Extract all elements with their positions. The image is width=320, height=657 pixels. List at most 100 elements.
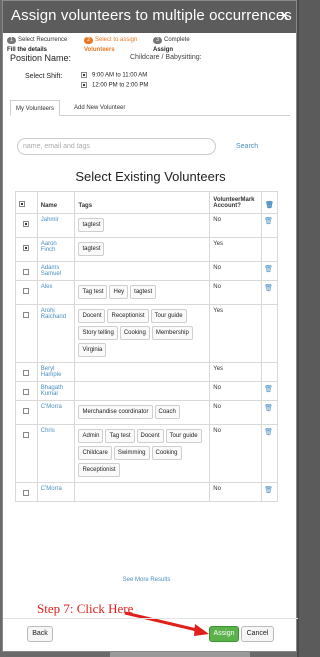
tag-chip: Virginia	[78, 343, 107, 357]
annotation-arrow-icon	[124, 611, 209, 636]
close-icon[interactable]: x	[281, 7, 288, 22]
volunteer-name[interactable]: Bhagath Kumar	[36, 381, 76, 401]
table-row: Bhagath Kumar No 🗑	[15, 381, 278, 401]
see-more-link[interactable]: See More Results	[15, 577, 278, 583]
volunteer-name[interactable]: Jahmir	[36, 213, 76, 238]
search-button[interactable]: Search	[236, 143, 258, 150]
volunteer-tabs: My Volunteers Add New Volunteer	[10, 100, 290, 116]
tab-my-volunteers[interactable]: My Volunteers	[10, 100, 61, 116]
header-trash: 🗑	[261, 191, 278, 214]
section-title: Select Existing Volunteers	[75, 169, 226, 184]
row-delete-cell: 🗑	[261, 381, 278, 401]
account-status: No	[209, 280, 263, 305]
account-status: No	[209, 424, 263, 483]
account-status: Yes	[209, 304, 263, 363]
trash-icon[interactable]: 🗑	[264, 487, 273, 494]
step-number: 2	[84, 36, 93, 44]
header-account: VolunteerMark Account?	[209, 191, 263, 214]
tag-chip: Receptionist	[107, 309, 149, 323]
tag-chip: Tour guide	[165, 429, 202, 443]
trash-icon: 🗑	[265, 202, 274, 209]
tab-add-new-volunteer[interactable]: Add New Volunteer	[69, 100, 130, 116]
volunteer-name[interactable]: Alex	[36, 280, 76, 305]
volunteer-name[interactable]: Beryl Hample	[36, 362, 76, 382]
table-row: Jahmir tagtest No 🗑	[15, 213, 278, 238]
row-delete-cell: 🗑	[261, 213, 278, 238]
tag-chip: Cooking	[119, 326, 150, 340]
table-body: Jahmir tagtest No 🗑 Aaron Finch tagtest Yes Ada…	[15, 213, 278, 502]
position-value: Childcare / Babysitting:	[130, 54, 202, 61]
volunteer-tags: Tag test Hey tagtest	[74, 280, 211, 305]
row-select-cell	[15, 213, 38, 238]
trash-icon[interactable]: 🗑	[264, 386, 273, 393]
row-checkbox[interactable]	[23, 408, 29, 414]
footer-divider	[3, 618, 298, 619]
shift-option-label: 12:00 PM to 2:00 PM	[92, 82, 149, 89]
step-number: 1	[7, 36, 16, 44]
row-delete-cell	[261, 362, 278, 382]
step-2: 2 Select to assign Volunteers	[84, 36, 137, 54]
row-checkbox[interactable]	[23, 389, 29, 395]
row-select-cell	[15, 362, 38, 382]
assign-button[interactable]: Assign	[209, 626, 239, 642]
header-select-all[interactable]	[15, 191, 38, 214]
shift-option-1[interactable]: 9:00 AM to 11:00 AM	[81, 72, 147, 79]
tag-chip: Admin	[78, 429, 104, 443]
tag-chip: tagtest	[78, 242, 105, 256]
trash-icon[interactable]: 🗑	[264, 429, 273, 436]
modal-header: Assign volunteers to multiple occurrence…	[3, 1, 296, 33]
select-all-checkbox[interactable]	[19, 201, 25, 207]
shift-option-label: 9:00 AM to 11:00 AM	[92, 72, 148, 79]
volunteer-name[interactable]: C'Morra	[36, 482, 76, 502]
header-tags: Tags	[74, 191, 211, 214]
tag-chip: Story telling	[78, 326, 118, 340]
shift-option-2[interactable]: 12:00 PM to 2:00 PM	[81, 82, 148, 89]
row-checkbox[interactable]	[23, 312, 29, 318]
volunteer-name[interactable]: Chris	[36, 424, 76, 483]
row-checkbox[interactable]	[23, 288, 29, 294]
cancel-button[interactable]: Cancel	[241, 626, 274, 642]
row-select-cell	[15, 400, 38, 425]
row-select-cell	[15, 381, 38, 401]
trash-icon[interactable]: 🗑	[264, 405, 273, 412]
table-row: C'Morra Merchandise coordinator Coach No 🗑	[15, 400, 278, 425]
tag-chip: Hey	[109, 285, 129, 299]
tag-chip: Docent	[136, 429, 164, 443]
row-checkbox[interactable]	[23, 490, 29, 496]
volunteers-table: Name Tags VolunteerMark Account? 🗑 Jahmi…	[15, 191, 278, 502]
account-status: No	[209, 482, 263, 502]
back-button[interactable]: Back	[27, 626, 53, 642]
volunteer-name[interactable]: Aaron Finch	[36, 237, 76, 262]
row-checkbox[interactable]	[23, 269, 29, 275]
row-checkbox[interactable]	[23, 245, 29, 251]
volunteer-name[interactable]: C'Morra	[36, 400, 76, 425]
row-delete-cell: 🗑	[261, 280, 278, 305]
account-status: No	[209, 261, 263, 281]
row-delete-cell: 🗑	[261, 400, 278, 425]
volunteer-tags: tagtest	[74, 237, 211, 262]
trash-icon[interactable]: 🗑	[264, 218, 273, 225]
volunteer-name[interactable]: Adams Samuel	[36, 261, 76, 281]
trash-icon[interactable]: 🗑	[264, 285, 273, 292]
row-checkbox[interactable]	[23, 370, 29, 376]
row-delete-cell: 🗑	[261, 482, 278, 502]
modal-title: Assign volunteers to multiple occurrence…	[11, 7, 292, 24]
volunteer-tags: Admin Tag test Docent Tour guide Childcare Sw…	[74, 424, 211, 483]
table-row: Alex Tag test Hey tagtest No 🗑	[15, 280, 278, 305]
shift-checkbox[interactable]	[81, 72, 87, 78]
row-select-cell	[15, 237, 38, 262]
search-input[interactable]: name, email and tags	[17, 138, 216, 155]
row-checkbox[interactable]	[23, 432, 29, 438]
backdrop-edge	[297, 0, 299, 657]
row-checkbox[interactable]	[23, 221, 29, 227]
row-select-cell	[15, 482, 38, 502]
volunteer-name[interactable]: Arohi Raichand	[36, 304, 76, 363]
tag-chip: tagtest	[130, 285, 157, 299]
table-row: Adams Samuel No 🗑	[15, 261, 278, 281]
step-label: Select to assign	[95, 37, 138, 43]
row-select-cell	[15, 261, 38, 281]
trash-icon[interactable]: 🗑	[264, 266, 273, 273]
account-status: Yes	[209, 237, 263, 262]
shift-checkbox[interactable]	[81, 82, 87, 88]
account-status: No	[209, 381, 263, 401]
